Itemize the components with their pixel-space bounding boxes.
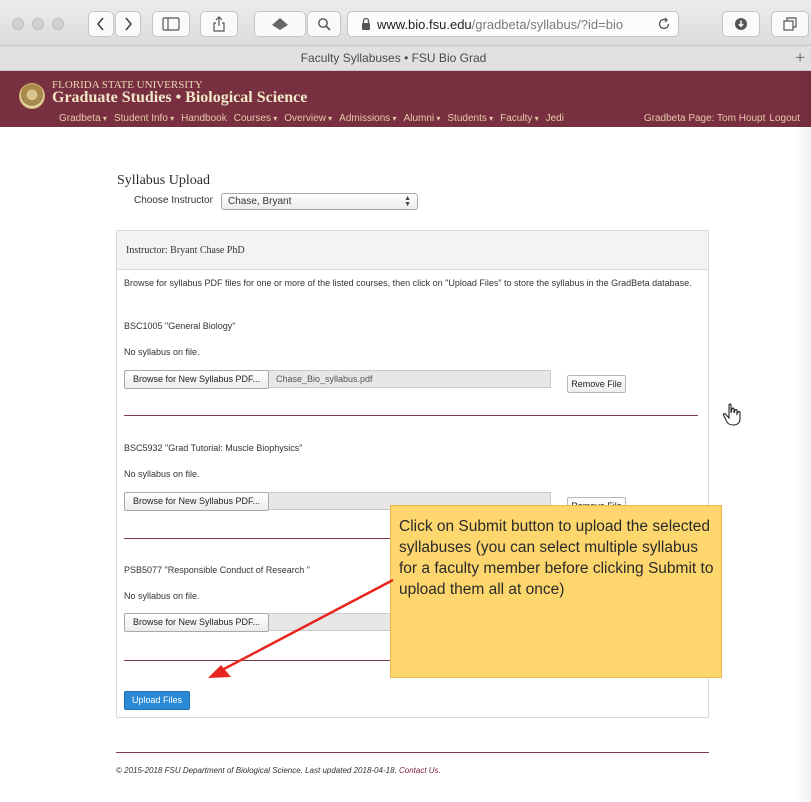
address-bar[interactable]: www.bio.fsu.edu /gradbeta/syllabus/?id=b… bbox=[347, 11, 679, 37]
search-button[interactable] bbox=[307, 11, 341, 37]
nav-gradbeta[interactable]: Gradbeta bbox=[59, 113, 107, 124]
minimize-window-button[interactable] bbox=[32, 18, 44, 30]
user-page-link[interactable]: Gradbeta Page: Tom Houpt bbox=[644, 113, 766, 124]
file-field-1[interactable]: Chase_Bio_syllabus.pdf bbox=[269, 370, 551, 388]
sidebar-icon bbox=[162, 17, 180, 31]
search-icon bbox=[318, 18, 331, 31]
hand-cursor-icon bbox=[722, 403, 741, 426]
close-window-button[interactable] bbox=[12, 18, 24, 30]
tab-bar: Faculty Syllabuses • FSU Bio Grad + bbox=[0, 46, 811, 71]
select-arrows-icon: ▲ ▼ bbox=[404, 195, 411, 208]
nav-overview[interactable]: Overview bbox=[284, 113, 332, 124]
browser-toolbar: www.bio.fsu.edu /gradbeta/syllabus/?id=b… bbox=[0, 0, 811, 46]
zoom-window-button[interactable] bbox=[52, 18, 64, 30]
remove-file-button-1[interactable]: Remove File bbox=[567, 375, 626, 393]
tab-title[interactable]: Faculty Syllabuses • FSU Bio Grad bbox=[0, 51, 787, 65]
department-name[interactable]: Graduate Studies • Biological Science bbox=[52, 89, 307, 107]
nav-student-info[interactable]: Student Info bbox=[114, 113, 174, 124]
extension-button[interactable] bbox=[254, 11, 306, 37]
nav-courses[interactable]: Courses bbox=[234, 113, 278, 124]
footer-divider bbox=[116, 752, 709, 753]
nav-alumni[interactable]: Alumni bbox=[404, 113, 441, 124]
user-nav: Gradbeta Page: Tom Houpt Logout bbox=[644, 113, 800, 124]
course-status-1: No syllabus on file. bbox=[124, 347, 200, 357]
tabs-overview-button[interactable] bbox=[771, 11, 809, 37]
chevron-left-icon bbox=[96, 17, 104, 31]
contact-link[interactable]: Contact Us. bbox=[399, 766, 441, 775]
download-icon bbox=[735, 18, 747, 30]
instructor-heading: Instructor: Bryant Chase PhD bbox=[126, 245, 245, 256]
instructor-select-value: Chase, Bryant bbox=[228, 196, 292, 207]
course-title-2: BSC5932 "Grad Tutorial: Muscle Biophysic… bbox=[124, 443, 303, 453]
back-button[interactable] bbox=[88, 11, 114, 37]
panel-heading: Instructor: Bryant Chase PhD bbox=[117, 231, 708, 270]
course-status-2: No syllabus on file. bbox=[124, 469, 200, 479]
tabs-icon bbox=[783, 17, 797, 31]
page-title: Syllabus Upload bbox=[117, 173, 210, 188]
choose-instructor-label: Choose Instructor bbox=[134, 195, 213, 206]
browse-button-2[interactable]: Browse for New Syllabus PDF... bbox=[124, 492, 269, 511]
browse-button-3[interactable]: Browse for New Syllabus PDF... bbox=[124, 613, 269, 632]
window-edge bbox=[795, 71, 811, 802]
nav-students[interactable]: Students bbox=[447, 113, 493, 124]
course-status-3: No syllabus on file. bbox=[124, 591, 200, 601]
chevron-right-icon bbox=[125, 17, 133, 31]
nav-faculty[interactable]: Faculty bbox=[500, 113, 538, 124]
footer: © 2015-2018 FSU Department of Biological… bbox=[116, 766, 441, 775]
instructor-select[interactable]: Chase, Bryant ▲ ▼ bbox=[221, 193, 418, 210]
upload-files-button[interactable]: Upload Files bbox=[124, 691, 190, 710]
upload-instructions: Browse for syllabus PDF files for one or… bbox=[124, 278, 692, 288]
reload-button[interactable] bbox=[657, 17, 671, 36]
reload-icon bbox=[658, 17, 670, 30]
nav-jedi[interactable]: Jedi bbox=[546, 113, 564, 124]
university-seal-icon bbox=[19, 83, 45, 109]
share-icon bbox=[213, 16, 225, 32]
nav-admissions[interactable]: Admissions bbox=[339, 113, 396, 124]
course-title-1: BSC1005 "General Biology" bbox=[124, 321, 236, 331]
sidebar-button[interactable] bbox=[152, 11, 190, 37]
course-title-3: PSB5077 "Responsible Conduct of Research… bbox=[124, 565, 310, 575]
diamond-icon bbox=[272, 18, 288, 30]
footer-text: © 2015-2018 FSU Department of Biological… bbox=[116, 766, 397, 775]
annotation-callout: Click on Submit button to upload the sel… bbox=[390, 505, 722, 678]
url-path: /gradbeta/syllabus/?id=bio bbox=[471, 16, 624, 32]
browse-button-1[interactable]: Browse for New Syllabus PDF... bbox=[124, 370, 269, 389]
divider bbox=[124, 415, 698, 416]
new-tab-button[interactable]: + bbox=[795, 48, 805, 68]
lock-icon bbox=[362, 17, 370, 30]
share-button[interactable] bbox=[200, 11, 238, 37]
nav-handbook[interactable]: Handbook bbox=[181, 113, 227, 124]
downloads-button[interactable] bbox=[722, 11, 760, 37]
url-host: www.bio.fsu.edu bbox=[377, 16, 472, 32]
main-nav: Gradbeta Student Info Handbook Courses O… bbox=[59, 113, 564, 124]
forward-button[interactable] bbox=[115, 11, 141, 37]
